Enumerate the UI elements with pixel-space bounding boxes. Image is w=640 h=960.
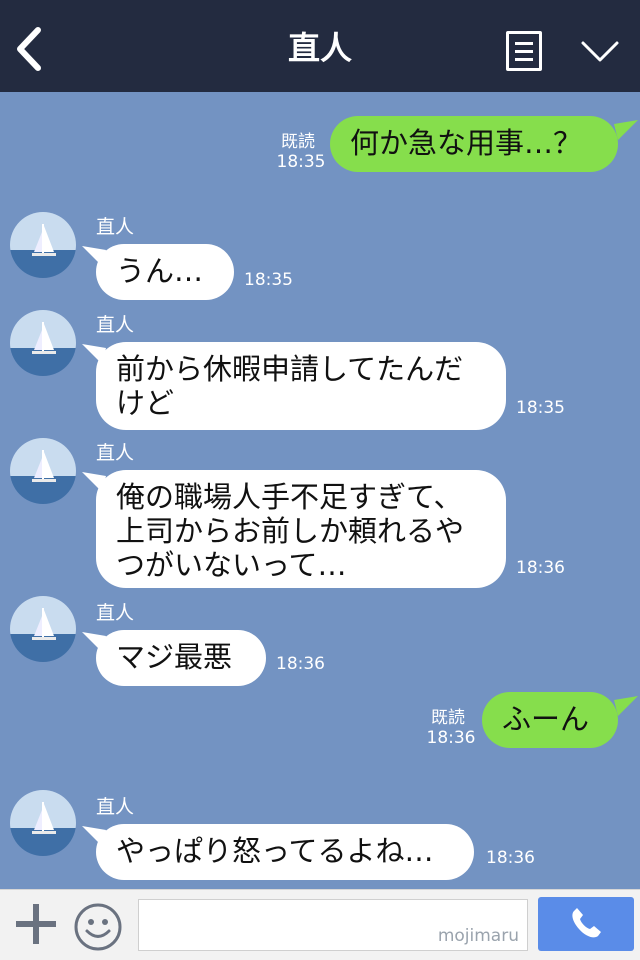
bubble-tail bbox=[614, 696, 638, 716]
bubble-tail bbox=[82, 826, 106, 846]
message-bubble-received[interactable]: マジ最悪 bbox=[96, 630, 266, 686]
bubble-tail bbox=[82, 344, 106, 364]
watermark: mojimaru bbox=[437, 926, 519, 946]
chevron-down-icon[interactable] bbox=[580, 38, 620, 66]
message-time: 18:35 bbox=[276, 152, 326, 172]
message-bubble-sent[interactable]: ふーん bbox=[482, 692, 618, 748]
message-line: やっぱり怒ってるよね… bbox=[116, 834, 434, 868]
message-time: 18:36 bbox=[426, 728, 476, 748]
avatar[interactable] bbox=[10, 596, 76, 662]
avatar[interactable] bbox=[10, 212, 76, 278]
sender-name: 直人 bbox=[96, 602, 135, 624]
message-bubble-sent[interactable]: 何か急な用事…？ bbox=[330, 116, 618, 172]
message-line: 前から休暇申請してたんだ bbox=[116, 352, 464, 386]
avatar[interactable] bbox=[10, 790, 76, 856]
chat-title: 直人 bbox=[287, 29, 352, 67]
phone-icon bbox=[572, 908, 601, 938]
bubble-tail bbox=[82, 472, 106, 492]
message-time: 18:36 bbox=[486, 848, 535, 868]
sender-name: 直人 bbox=[96, 216, 135, 238]
message-line: マジ最悪 bbox=[116, 640, 233, 674]
message-bubble-received[interactable]: うん… bbox=[96, 244, 234, 300]
avatar[interactable] bbox=[10, 438, 76, 504]
sender-name: 直人 bbox=[96, 314, 135, 336]
read-receipt: 既読 bbox=[281, 132, 315, 152]
list-icon[interactable] bbox=[506, 31, 542, 71]
bubble-tail bbox=[614, 120, 638, 140]
message-input[interactable]: mojimaru bbox=[138, 899, 528, 951]
message-bubble-received[interactable]: やっぱり怒ってるよね… bbox=[96, 824, 474, 880]
avatar[interactable] bbox=[10, 310, 76, 376]
input-bar: mojimaru bbox=[0, 889, 640, 960]
message-line: 俺の職場人手不足すぎて、 bbox=[116, 480, 463, 514]
message-line: 上司からお前しか頼れるや bbox=[116, 514, 465, 548]
message-list[interactable]: 既読 18:35 何か急な用事…？ 直人 うん… 18:35 直人 前から休暇申… bbox=[0, 92, 640, 889]
read-receipt: 既読 bbox=[431, 708, 465, 728]
chat-header: 直人 bbox=[0, 0, 640, 92]
smiley-icon[interactable] bbox=[73, 902, 123, 952]
message-bubble-received[interactable]: 俺の職場人手不足すぎて、 上司からお前しか頼れるや つがいないって… bbox=[96, 470, 506, 588]
sender-name: 直人 bbox=[96, 442, 135, 464]
message-bubble-received[interactable]: 前から休暇申請してたんだ けど bbox=[96, 342, 506, 430]
call-button[interactable] bbox=[538, 897, 634, 951]
message-time: 18:35 bbox=[244, 270, 293, 290]
bubble-tail bbox=[82, 632, 106, 652]
message-line: つがいないって… bbox=[116, 548, 347, 582]
plus-icon[interactable] bbox=[14, 902, 58, 946]
message-time: 18:36 bbox=[276, 654, 325, 674]
message-line: けど bbox=[116, 386, 175, 420]
message-time: 18:35 bbox=[516, 398, 565, 418]
bubble-tail bbox=[82, 246, 106, 266]
message-line: うん… bbox=[116, 254, 204, 288]
sender-name: 直人 bbox=[96, 796, 135, 818]
message-time: 18:36 bbox=[516, 558, 565, 578]
